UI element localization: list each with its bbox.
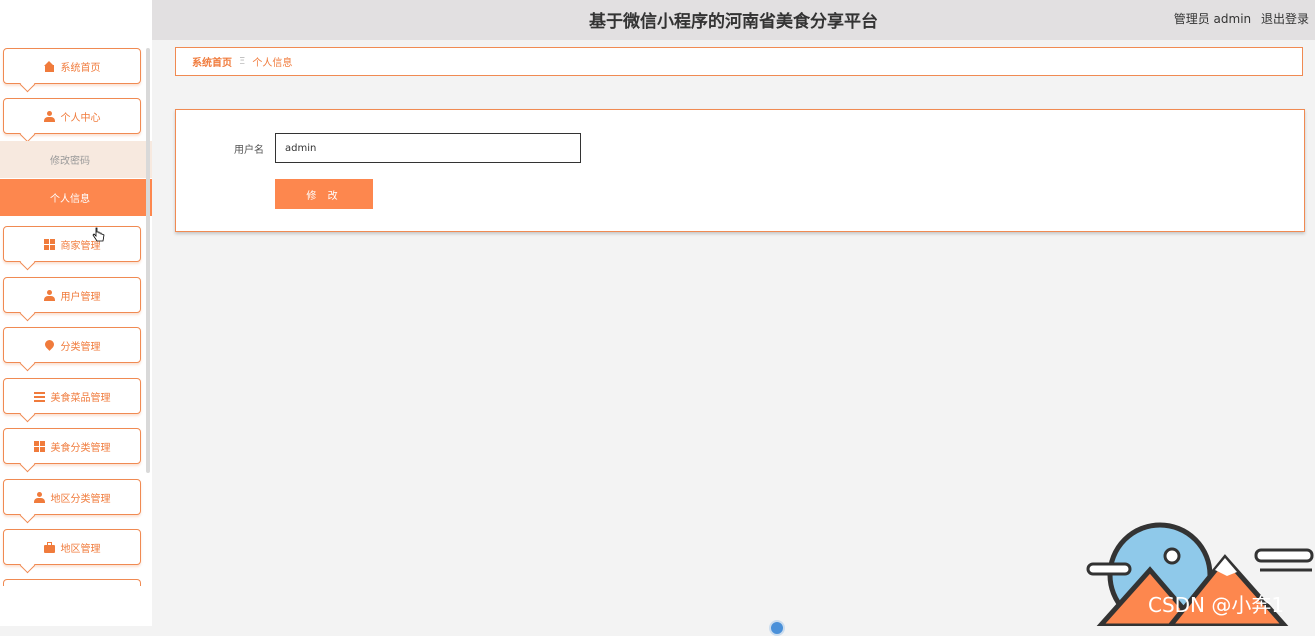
sidebar-item-label: 地区分类管理: [50, 493, 111, 505]
grid-icon: [33, 440, 45, 452]
floating-dot-icon: [769, 620, 785, 636]
sidebar-item-label: 分类管理: [60, 341, 101, 353]
breadcrumb-current: 个人信息: [252, 58, 293, 69]
sidebar-item-merchants[interactable]: 商家管理: [3, 226, 141, 271]
sidebar-item-label: 地区管理: [60, 543, 101, 555]
sidebar: 系统首页 个人中心 修改密码 个人信息 商家管理 用户管理 分类管理 美食菜品管…: [0, 0, 152, 626]
sidebar-item-food-categories[interactable]: 美食分类管理: [3, 428, 141, 473]
sidebar-subitem-change-password[interactable]: 修改密码: [0, 141, 152, 178]
logout-link[interactable]: 退出登录: [1261, 12, 1309, 26]
home-icon: [43, 60, 55, 72]
csdn-watermark: CSDN @小奔1: [1148, 593, 1285, 617]
sidebar-item-categories[interactable]: 分类管理: [3, 327, 141, 372]
top-header: 基于微信小程序的河南省美食分享平台 管理员 admin 退出登录: [152, 0, 1315, 40]
list-icon: [33, 390, 45, 402]
sidebar-item-label: 个人中心: [60, 112, 101, 124]
briefcase-icon: [43, 541, 55, 553]
sidebar-item-label: 系统首页: [60, 62, 101, 74]
sidebar-item-partial: [3, 579, 141, 586]
sidebar-item-personal-center[interactable]: 个人中心: [3, 98, 141, 143]
sidebar-item-label: 用户管理: [60, 291, 101, 303]
sidebar-scrollbar[interactable]: [146, 48, 150, 473]
user-icon: [43, 289, 55, 301]
sidebar-subitem-label: 个人信息: [50, 194, 90, 205]
breadcrumb-home-link[interactable]: 系统首页: [192, 54, 232, 69]
sidebar-item-label: 美食分类管理: [50, 442, 111, 454]
hand-cursor-icon: [92, 227, 105, 242]
breadcrumb-separator: Ξ: [239, 56, 246, 67]
sidebar-item-label: 美食菜品管理: [50, 392, 111, 404]
current-user-label: 管理员 admin: [1173, 12, 1252, 26]
sidebar-item-region-categories[interactable]: 地区分类管理: [3, 479, 141, 524]
user-icon: [33, 491, 45, 503]
personal-info-form: 用户名 修 改: [175, 109, 1305, 232]
pin-icon: [44, 340, 55, 351]
user-icon: [43, 110, 55, 122]
sidebar-item-home[interactable]: 系统首页: [3, 48, 141, 93]
grid-icon: [43, 238, 55, 250]
username-label: 用户名: [234, 145, 264, 156]
sidebar-item-regions[interactable]: 地区管理: [3, 529, 141, 574]
sidebar-subitem-label: 修改密码: [50, 156, 90, 167]
username-input[interactable]: [275, 133, 581, 163]
user-info: 管理员 admin 退出登录: [1168, 10, 1309, 27]
app-title: 基于微信小程序的河南省美食分享平台: [589, 12, 878, 32]
breadcrumb: 系统首页 Ξ 个人信息: [175, 47, 1303, 76]
sidebar-subitem-personal-info[interactable]: 个人信息: [0, 179, 152, 216]
sidebar-item-users[interactable]: 用户管理: [3, 277, 141, 322]
sidebar-item-dishes[interactable]: 美食菜品管理: [3, 378, 141, 423]
update-button[interactable]: 修 改: [275, 179, 373, 209]
